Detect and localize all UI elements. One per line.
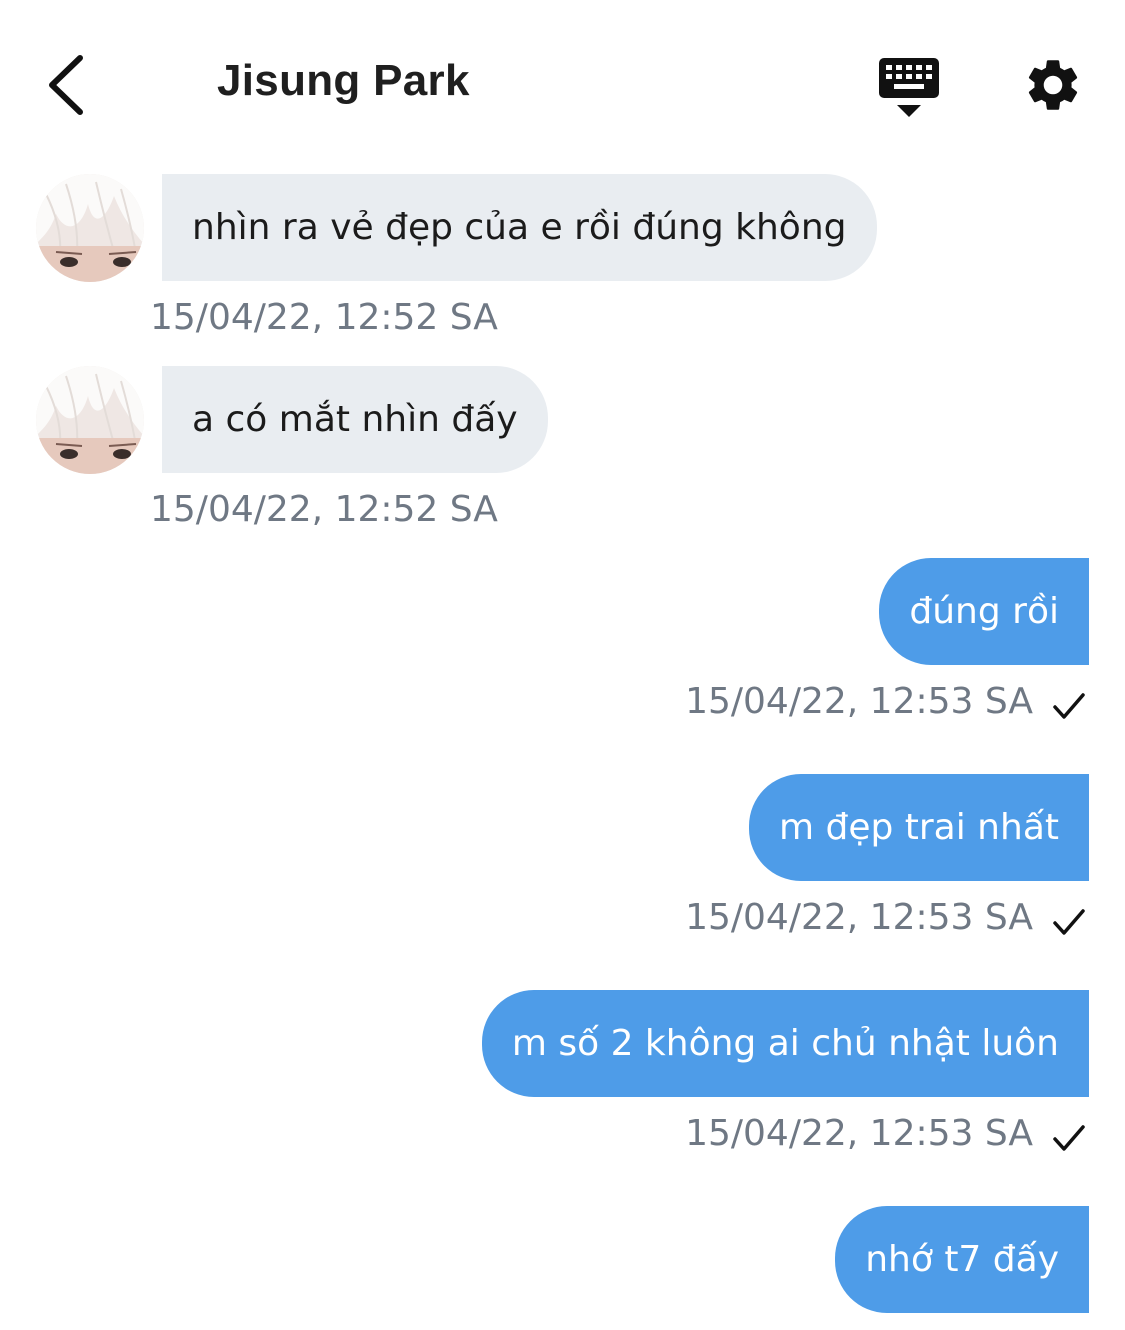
checkmark-icon [1053, 909, 1085, 935]
chevron-left-icon [49, 55, 83, 115]
message-timestamp: 15/04/22, 12:52 SA [150, 297, 498, 338]
message-bubble-incoming[interactable]: a có mắt nhìn đấy [162, 366, 548, 473]
message-bubble-outgoing[interactable]: m đẹp trai nhất [748, 774, 1089, 881]
contact-avatar-image [36, 366, 144, 474]
message-bubble-outgoing[interactable]: nhớ t7 đấy [835, 1206, 1089, 1313]
keyboard-icon [879, 58, 939, 117]
message-timestamp: 15/04/22, 12:53 SA [685, 681, 1033, 722]
settings-button[interactable] [1022, 54, 1084, 116]
keyboard-button[interactable] [877, 56, 941, 120]
message-timestamp: 15/04/22, 12:52 SA [150, 489, 498, 530]
checkmark-icon [1053, 693, 1085, 719]
message-timestamp: 15/04/22, 12:53 SA [685, 1113, 1033, 1154]
page-title: Jisung Park [217, 56, 470, 105]
message-bubble-incoming[interactable]: nhìn ra vẻ đẹp của e rồi đúng không [162, 174, 877, 281]
avatar[interactable] [36, 366, 144, 474]
contact-avatar-image [36, 174, 144, 282]
chat-screen: Jisung Park nhìn ra vẻ đẹp của e rồi đún… [0, 0, 1125, 1330]
message-timestamp: 15/04/22, 12:53 SA [685, 897, 1033, 938]
checkmark-icon [1053, 1125, 1085, 1151]
avatar[interactable] [36, 174, 144, 282]
chat-header: Jisung Park [0, 0, 1125, 160]
message-bubble-outgoing[interactable]: m số 2 không ai chủ nhật luôn [481, 990, 1089, 1097]
back-button[interactable] [40, 50, 96, 120]
gear-icon [1028, 60, 1078, 110]
message-bubble-outgoing[interactable]: đúng rồi [879, 558, 1089, 665]
